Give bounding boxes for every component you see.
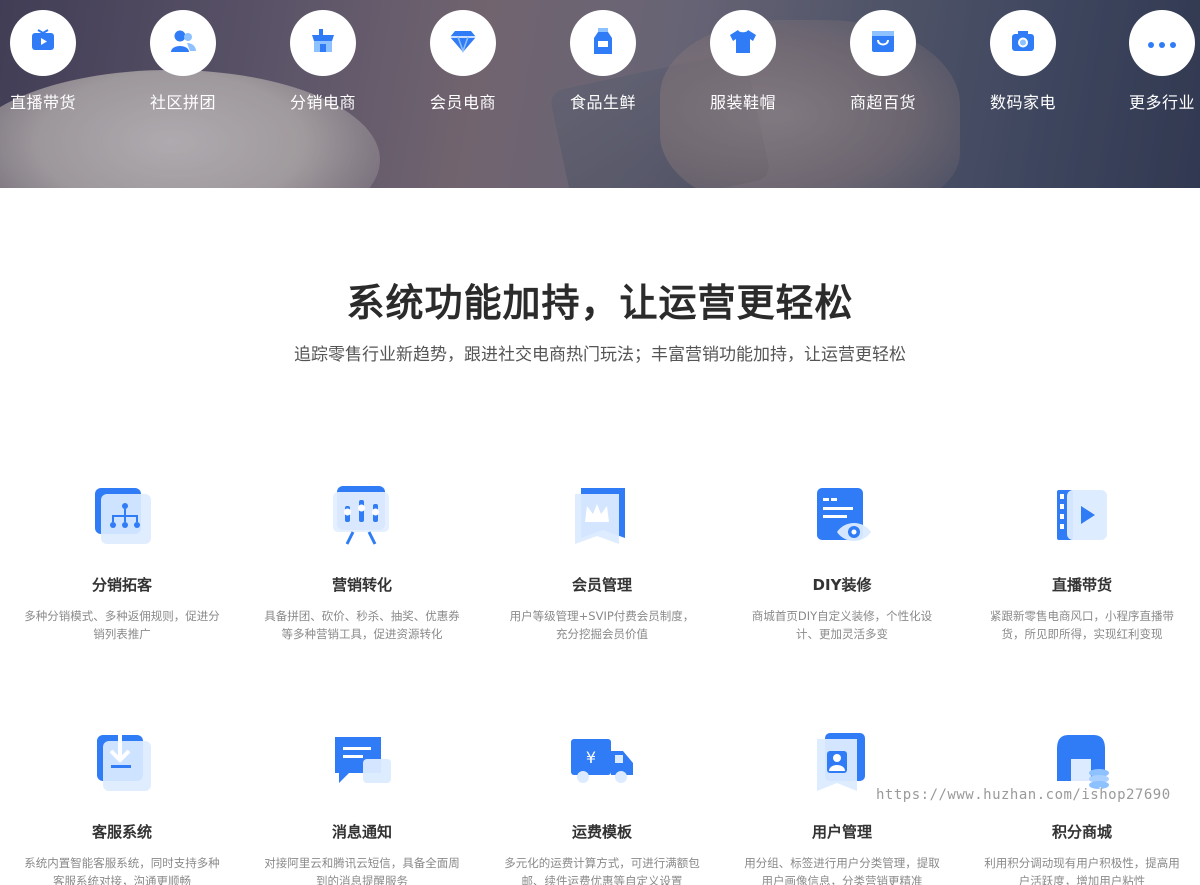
feature-title: 运费模板 bbox=[571, 823, 632, 841]
industry-label: 数码家电 bbox=[989, 93, 1056, 112]
camera-icon bbox=[1010, 29, 1036, 57]
crown-icon bbox=[567, 482, 637, 552]
feature-title: 会员管理 bbox=[571, 576, 632, 594]
feature-title: 分销拓客 bbox=[91, 576, 152, 594]
feature-shipping[interactable]: ¥ 运费模板 多元化的运费计算方式，可进行满额包邮、续件运费优惠等自定义设置 bbox=[482, 729, 722, 885]
svg-text:¥: ¥ bbox=[586, 748, 596, 767]
industry-label: 社区拼团 bbox=[149, 93, 216, 112]
feature-description: 系统内置智能客服系统，同时支持多种客服系统对接，沟通更顺畅 bbox=[24, 856, 220, 885]
watermark-url: https://www.huzhan.com/ishop27690 bbox=[876, 787, 1171, 803]
industry-banner: 直播带货 社区拼团 分销电商 会员电商 食品生鲜 服装鞋帽 商超百货 数码家电 … bbox=[0, 0, 1200, 188]
industry-label: 更多行业 bbox=[1128, 93, 1195, 112]
industry-item-digital[interactable]: 数码家电 bbox=[983, 10, 1063, 113]
feature-description: 用分组、标签进行用户分类管理，提取用户画像信息，分类营销更精准 bbox=[744, 856, 940, 885]
download-box-icon bbox=[87, 729, 157, 799]
industry-list: 直播带货 社区拼团 分销电商 会员电商 食品生鲜 服装鞋帽 商超百货 数码家电 … bbox=[0, 10, 1200, 120]
industry-item-live[interactable]: 直播带货 bbox=[3, 10, 83, 113]
section-title: 系统功能加持，让运营更轻松 bbox=[346, 281, 854, 325]
industry-item-food[interactable]: 食品生鲜 bbox=[563, 10, 643, 113]
more-dots-icon bbox=[1147, 34, 1177, 53]
feature-title: 用户管理 bbox=[811, 823, 872, 841]
feature-description: 对接阿里云和腾讯云短信，具备全面周到的消息提醒服务 bbox=[264, 856, 460, 885]
feature-marketing[interactable]: 营销转化 具备拼团、砍价、秒杀、抽奖、优惠券等多种营销工具，促进资源转化 bbox=[242, 482, 482, 643]
feature-title: 直播带货 bbox=[1051, 576, 1112, 594]
feature-description: 具备拼团、砍价、秒杀、抽奖、优惠券等多种营销工具，促进资源转化 bbox=[264, 609, 460, 641]
feature-title: 客服系统 bbox=[91, 823, 152, 841]
feature-title: 营销转化 bbox=[331, 576, 392, 594]
feature-description: 多种分销模式、多种返佣规则，促进分销列表推广 bbox=[24, 609, 220, 641]
industry-item-more[interactable]: 更多行业 bbox=[1122, 10, 1200, 113]
section-subtitle: 追踪零售行业新趋势，跟进社交电商热门玩法；丰富营销功能加持，让运营更轻松 bbox=[294, 345, 906, 365]
diamond-icon bbox=[449, 29, 477, 57]
marketing-board-icon bbox=[327, 482, 397, 552]
industry-label: 分销电商 bbox=[289, 93, 356, 112]
shopping-bag-icon bbox=[870, 28, 896, 58]
industry-label: 服装鞋帽 bbox=[709, 93, 776, 112]
industry-label: 食品生鲜 bbox=[569, 93, 636, 112]
storefront-icon bbox=[309, 27, 337, 59]
industry-label: 直播带货 bbox=[9, 93, 76, 112]
industry-label: 会员电商 bbox=[429, 93, 496, 112]
feature-description: 商城首页DIY自定义装修，个性化设计、更加灵活多变 bbox=[751, 609, 933, 641]
delivery-truck-icon: ¥ bbox=[567, 729, 637, 799]
feature-title: 积分商城 bbox=[1051, 823, 1112, 841]
page-eye-icon bbox=[807, 482, 877, 552]
user-card-icon bbox=[807, 729, 877, 799]
feature-description: 利用积分调动现有用户积极性，提高用户活跃度，增加用户粘性 bbox=[984, 856, 1180, 885]
feature-points-mall[interactable]: 积分商城 利用积分调动现有用户积极性，提高用户活跃度，增加用户粘性 bbox=[962, 729, 1200, 885]
industry-label: 商超百货 bbox=[849, 93, 916, 112]
distribution-tree-icon bbox=[87, 482, 157, 552]
industry-item-supermarket[interactable]: 商超百货 bbox=[843, 10, 923, 113]
feature-notification[interactable]: 消息通知 对接阿里云和腾讯云短信，具备全面周到的消息提醒服务 bbox=[242, 729, 482, 885]
tv-play-icon bbox=[30, 28, 56, 58]
milk-bottle-icon bbox=[592, 27, 614, 59]
film-play-icon bbox=[1047, 482, 1117, 552]
feature-distribution[interactable]: 分销拓客 多种分销模式、多种返佣规则，促进分销列表推广 bbox=[2, 482, 242, 643]
feature-description: 用户等级管理+SVIP付费会员制度，充分挖掘会员价值 bbox=[509, 609, 695, 641]
chat-bubble-icon bbox=[327, 729, 397, 799]
feature-title: 消息通知 bbox=[331, 823, 392, 841]
feature-title: DIY装修 bbox=[812, 576, 872, 594]
feature-user-management[interactable]: 用户管理 用分组、标签进行用户分类管理，提取用户画像信息，分类营销更精准 bbox=[722, 729, 962, 885]
feature-description: 多元化的运费计算方式，可进行满额包邮、续件运费优惠等自定义设置 bbox=[504, 856, 700, 885]
feature-customer-service[interactable]: 客服系统 系统内置智能客服系统，同时支持多种客服系统对接，沟通更顺畅 bbox=[2, 729, 242, 885]
industry-item-member[interactable]: 会员电商 bbox=[423, 10, 503, 113]
feature-description: 紧跟新零售电商风口，小程序直播带货，所见即所得，实现红利变现 bbox=[990, 609, 1174, 641]
tshirt-icon bbox=[728, 28, 758, 58]
feature-live[interactable]: 直播带货 紧跟新零售电商风口，小程序直播带货，所见即所得，实现红利变现 bbox=[962, 482, 1200, 643]
users-icon bbox=[169, 28, 197, 58]
industry-item-apparel[interactable]: 服装鞋帽 bbox=[703, 10, 783, 113]
industry-item-group-buy[interactable]: 社区拼团 bbox=[143, 10, 223, 113]
industry-item-distribution[interactable]: 分销电商 bbox=[283, 10, 363, 113]
feature-diy[interactable]: DIY装修 商城首页DIY自定义装修，个性化设计、更加灵活多变 bbox=[722, 482, 962, 643]
feature-member[interactable]: 会员管理 用户等级管理+SVIP付费会员制度，充分挖掘会员价值 bbox=[482, 482, 722, 643]
